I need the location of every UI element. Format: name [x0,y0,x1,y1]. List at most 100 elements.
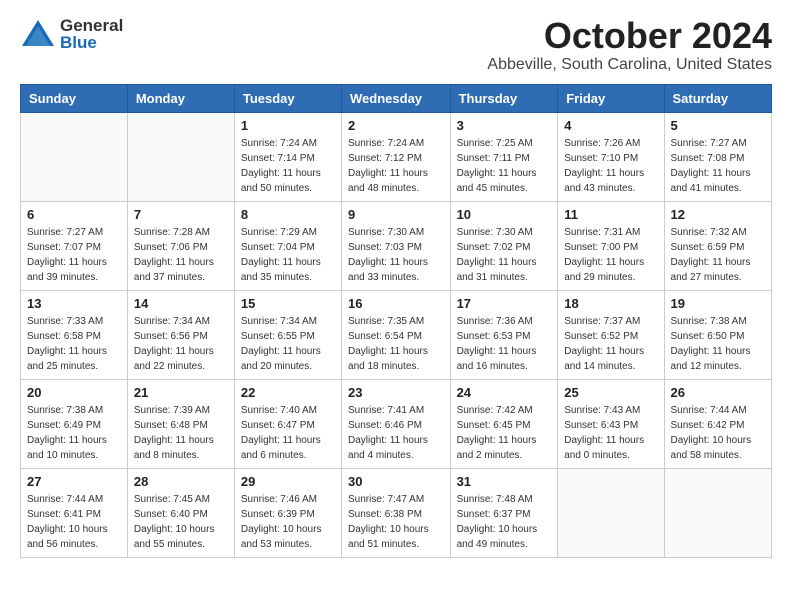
day-header-sunday: Sunday [21,84,128,112]
day-number: 23 [348,385,444,400]
day-info: Sunrise: 7:25 AMSunset: 7:11 PMDaylight:… [457,136,552,196]
calendar-cell: 15 Sunrise: 7:34 AMSunset: 6:55 PMDayligh… [234,290,341,379]
day-info: Sunrise: 7:24 AMSunset: 7:14 PMDaylight:… [241,136,335,196]
calendar-cell [127,112,234,201]
day-info: Sunrise: 7:34 AMSunset: 6:55 PMDaylight:… [241,314,335,374]
day-info: Sunrise: 7:29 AMSunset: 7:04 PMDaylight:… [241,225,335,285]
day-info: Sunrise: 7:27 AMSunset: 7:08 PMDaylight:… [671,136,765,196]
day-number: 31 [457,474,552,489]
day-info: Sunrise: 7:40 AMSunset: 6:47 PMDaylight:… [241,403,335,463]
day-info: Sunrise: 7:27 AMSunset: 7:07 PMDaylight:… [27,225,121,285]
day-info: Sunrise: 7:45 AMSunset: 6:40 PMDaylight:… [134,492,228,552]
day-number: 6 [27,207,121,222]
day-number: 22 [241,385,335,400]
day-number: 12 [671,207,765,222]
day-info: Sunrise: 7:30 AMSunset: 7:02 PMDaylight:… [457,225,552,285]
day-number: 29 [241,474,335,489]
day-info: Sunrise: 7:43 AMSunset: 6:43 PMDaylight:… [564,403,657,463]
location-title: Abbeville, South Carolina, United States [487,56,772,74]
month-title: October 2024 [487,16,772,56]
day-header-tuesday: Tuesday [234,84,341,112]
calendar-cell: 16 Sunrise: 7:35 AMSunset: 6:54 PMDayligh… [342,290,451,379]
calendar-cell: 25 Sunrise: 7:43 AMSunset: 6:43 PMDayligh… [558,379,664,468]
calendar-cell: 30Sunrise: 7:47 AMSunset: 6:38 PMDayligh… [342,468,451,557]
calendar-cell [558,468,664,557]
calendar-cell: 10 Sunrise: 7:30 AMSunset: 7:02 PMDayligh… [450,201,558,290]
calendar-cell: 27 Sunrise: 7:44 AMSunset: 6:41 PMDayligh… [21,468,128,557]
day-number: 4 [564,118,657,133]
calendar-week-2: 6 Sunrise: 7:27 AMSunset: 7:07 PMDaylight… [21,201,772,290]
day-number: 11 [564,207,657,222]
calendar-cell: 19Sunrise: 7:38 AMSunset: 6:50 PMDayligh… [664,290,771,379]
calendar-header-row: SundayMondayTuesdayWednesdayThursdayFrid… [21,84,772,112]
day-number: 13 [27,296,121,311]
day-number: 20 [27,385,121,400]
calendar-cell: 13 Sunrise: 7:33 AMSunset: 6:58 PMDayligh… [21,290,128,379]
calendar-table: SundayMondayTuesdayWednesdayThursdayFrid… [20,84,772,558]
day-info: Sunrise: 7:44 AMSunset: 6:42 PMDaylight:… [671,403,765,463]
day-header-friday: Friday [558,84,664,112]
calendar-cell: 24 Sunrise: 7:42 AMSunset: 6:45 PMDayligh… [450,379,558,468]
day-info: Sunrise: 7:38 AMSunset: 6:49 PMDaylight:… [27,403,121,463]
calendar-cell: 22 Sunrise: 7:40 AMSunset: 6:47 PMDayligh… [234,379,341,468]
day-info: Sunrise: 7:47 AMSunset: 6:38 PMDaylight:… [348,492,444,552]
calendar-cell: 21 Sunrise: 7:39 AMSunset: 6:48 PMDayligh… [127,379,234,468]
day-number: 8 [241,207,335,222]
day-info: Sunrise: 7:35 AMSunset: 6:54 PMDaylight:… [348,314,444,374]
calendar-cell: 2 Sunrise: 7:24 AMSunset: 7:12 PMDaylight… [342,112,451,201]
day-number: 7 [134,207,228,222]
calendar-cell: 23Sunrise: 7:41 AMSunset: 6:46 PMDayligh… [342,379,451,468]
day-header-monday: Monday [127,84,234,112]
day-number: 5 [671,118,765,133]
day-number: 21 [134,385,228,400]
day-number: 17 [457,296,552,311]
day-info: Sunrise: 7:31 AMSunset: 7:00 PMDaylight:… [564,225,657,285]
day-info: Sunrise: 7:46 AMSunset: 6:39 PMDaylight:… [241,492,335,552]
day-info: Sunrise: 7:34 AMSunset: 6:56 PMDaylight:… [134,314,228,374]
calendar-cell: 14Sunrise: 7:34 AMSunset: 6:56 PMDayligh… [127,290,234,379]
calendar-week-1: 1Sunrise: 7:24 AMSunset: 7:14 PMDaylight… [21,112,772,201]
day-header-thursday: Thursday [450,84,558,112]
calendar-cell: 26Sunrise: 7:44 AMSunset: 6:42 PMDayligh… [664,379,771,468]
calendar-cell: 12 Sunrise: 7:32 AMSunset: 6:59 PMDayligh… [664,201,771,290]
logo-general-text: General [60,17,123,34]
calendar-cell: 20 Sunrise: 7:38 AMSunset: 6:49 PMDayligh… [21,379,128,468]
calendar-cell: 1Sunrise: 7:24 AMSunset: 7:14 PMDaylight… [234,112,341,201]
day-number: 9 [348,207,444,222]
calendar-cell [664,468,771,557]
calendar-week-4: 20 Sunrise: 7:38 AMSunset: 6:49 PMDayligh… [21,379,772,468]
day-info: Sunrise: 7:48 AMSunset: 6:37 PMDaylight:… [457,492,552,552]
day-number: 16 [348,296,444,311]
day-info: Sunrise: 7:26 AMSunset: 7:10 PMDaylight:… [564,136,657,196]
calendar-cell: 31 Sunrise: 7:48 AMSunset: 6:37 PMDayligh… [450,468,558,557]
day-number: 10 [457,207,552,222]
calendar-cell: 8 Sunrise: 7:29 AMSunset: 7:04 PMDaylight… [234,201,341,290]
calendar-cell: 3Sunrise: 7:25 AMSunset: 7:11 PMDaylight… [450,112,558,201]
calendar-cell: 17 Sunrise: 7:36 AMSunset: 6:53 PMDayligh… [450,290,558,379]
logo-icon [20,16,56,52]
day-number: 24 [457,385,552,400]
day-number: 25 [564,385,657,400]
calendar-cell: 11 Sunrise: 7:31 AMSunset: 7:00 PMDayligh… [558,201,664,290]
day-info: Sunrise: 7:30 AMSunset: 7:03 PMDaylight:… [348,225,444,285]
calendar-cell: 28Sunrise: 7:45 AMSunset: 6:40 PMDayligh… [127,468,234,557]
day-info: Sunrise: 7:24 AMSunset: 7:12 PMDaylight:… [348,136,444,196]
day-info: Sunrise: 7:37 AMSunset: 6:52 PMDaylight:… [564,314,657,374]
calendar-cell: 29 Sunrise: 7:46 AMSunset: 6:39 PMDayligh… [234,468,341,557]
day-number: 2 [348,118,444,133]
day-info: Sunrise: 7:36 AMSunset: 6:53 PMDaylight:… [457,314,552,374]
day-info: Sunrise: 7:42 AMSunset: 6:45 PMDaylight:… [457,403,552,463]
day-info: Sunrise: 7:39 AMSunset: 6:48 PMDaylight:… [134,403,228,463]
day-info: Sunrise: 7:44 AMSunset: 6:41 PMDaylight:… [27,492,121,552]
calendar-week-3: 13 Sunrise: 7:33 AMSunset: 6:58 PMDayligh… [21,290,772,379]
day-number: 15 [241,296,335,311]
calendar-cell: 7Sunrise: 7:28 AMSunset: 7:06 PMDaylight… [127,201,234,290]
day-number: 27 [27,474,121,489]
calendar-week-5: 27 Sunrise: 7:44 AMSunset: 6:41 PMDayligh… [21,468,772,557]
calendar-cell: 4 Sunrise: 7:26 AMSunset: 7:10 PMDaylight… [558,112,664,201]
page-header: General Blue October 2024 Abbeville, Sou… [20,16,772,74]
day-info: Sunrise: 7:33 AMSunset: 6:58 PMDaylight:… [27,314,121,374]
title-section: October 2024 Abbeville, South Carolina, … [487,16,772,74]
day-number: 19 [671,296,765,311]
day-info: Sunrise: 7:32 AMSunset: 6:59 PMDaylight:… [671,225,765,285]
